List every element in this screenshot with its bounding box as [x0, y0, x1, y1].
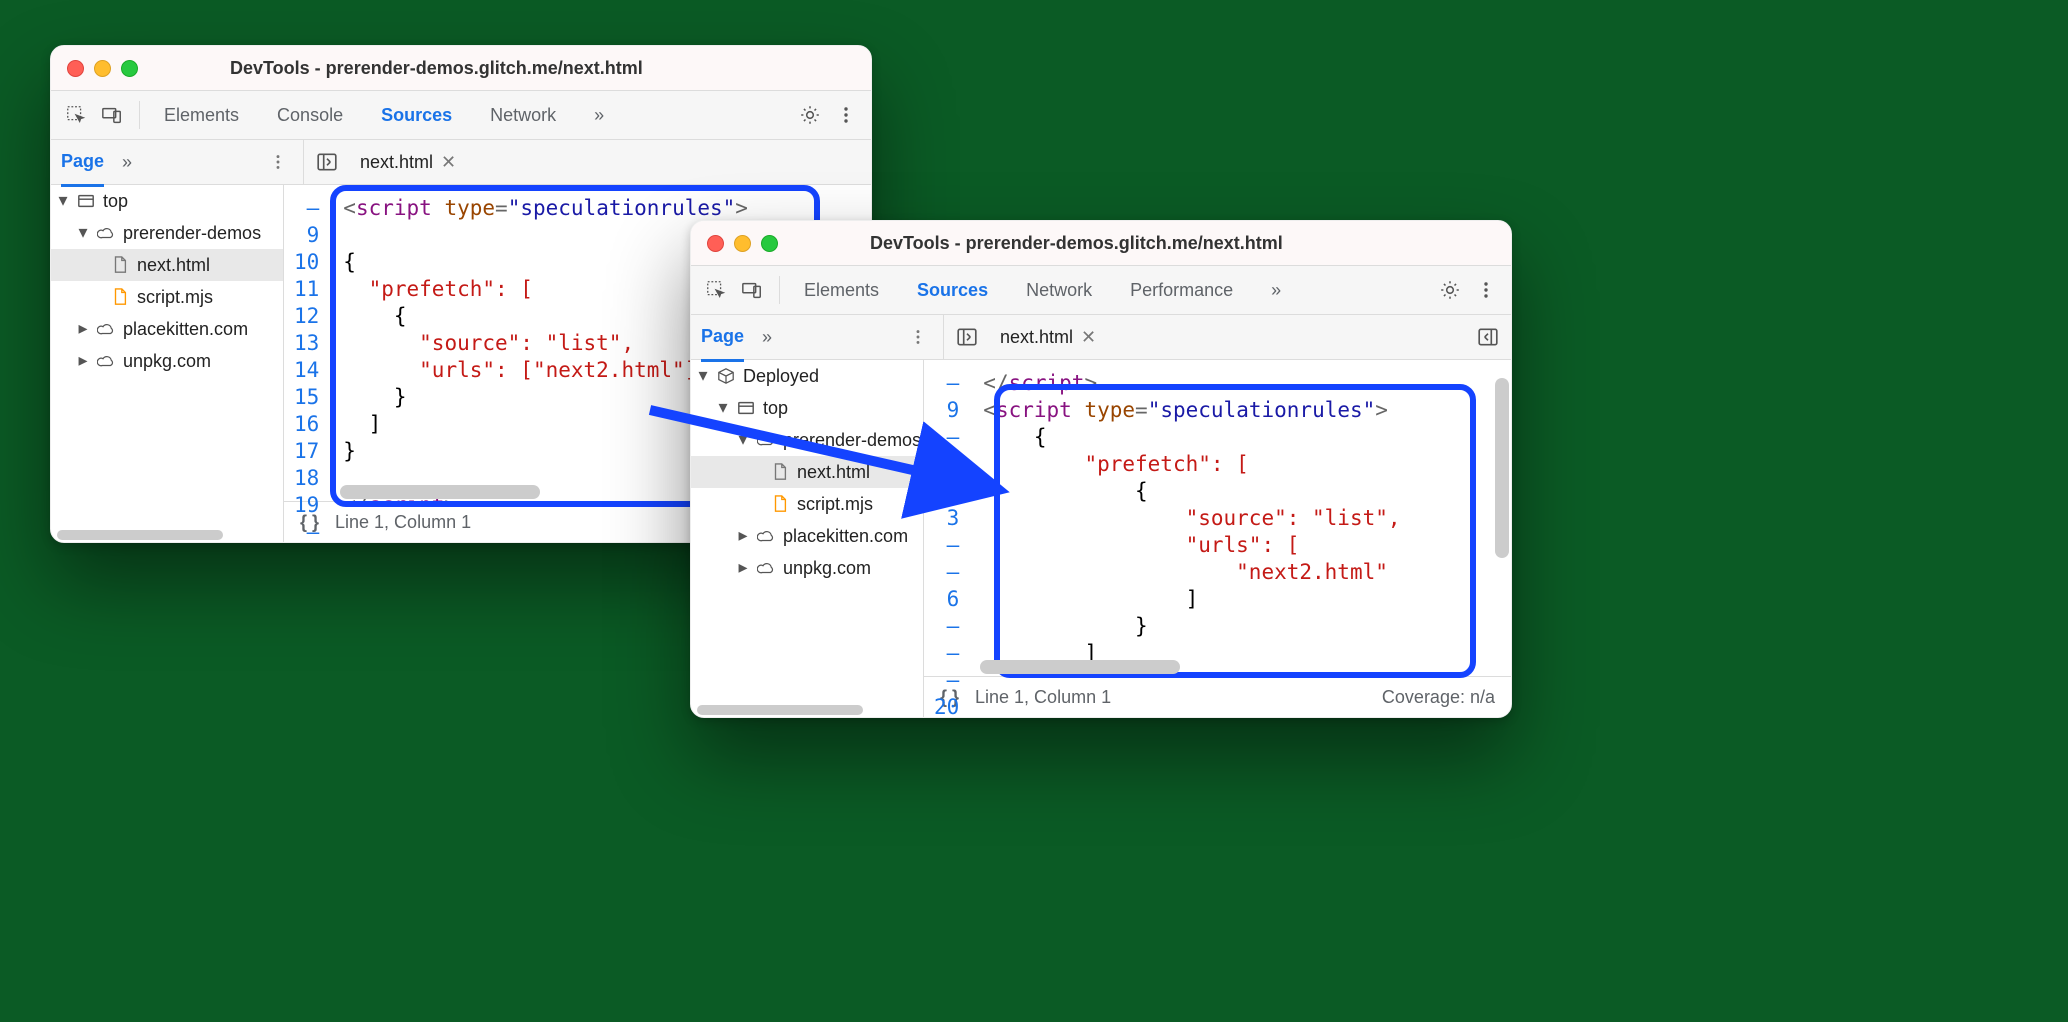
file-tree[interactable]: Deployed top prerender-demos next.html s…: [691, 360, 924, 717]
panel-tabs: Elements Sources Network Performance »: [800, 274, 1285, 307]
close-dot[interactable]: [67, 60, 84, 77]
open-file-name: next.html: [360, 152, 433, 173]
file-tree[interactable]: top prerender-demos next.html script.mjs…: [51, 185, 284, 542]
main-toolbar: Elements Console Sources Network »: [51, 91, 871, 140]
toggle-sidebar-icon[interactable]: [312, 147, 342, 177]
source-code[interactable]: </script> <script type="speculationrules…: [969, 360, 1511, 676]
close-file-icon[interactable]: ✕: [1081, 327, 1096, 348]
tab-more[interactable]: »: [1267, 274, 1285, 307]
tab-network[interactable]: Network: [1022, 274, 1096, 307]
close-file-icon[interactable]: ✕: [441, 152, 456, 173]
tree-domain-placekitten[interactable]: placekitten.com: [123, 319, 248, 340]
settings-gear-icon[interactable]: [1435, 275, 1465, 305]
code-hscrollbar[interactable]: [980, 660, 1180, 674]
code-vscrollbar[interactable]: [1495, 378, 1509, 558]
settings-gear-icon[interactable]: [795, 100, 825, 130]
window-title: DevTools - prerender-demos.glitch.me/nex…: [870, 233, 1283, 254]
tab-more[interactable]: »: [590, 99, 608, 132]
inspect-icon[interactable]: [701, 275, 731, 305]
titlebar[interactable]: DevTools - prerender-demos.glitch.me/nex…: [51, 46, 871, 91]
tree-file-script[interactable]: script.mjs: [137, 287, 213, 308]
minimize-dot[interactable]: [734, 235, 751, 252]
kebab-menu-icon[interactable]: [1471, 275, 1501, 305]
traffic-lights[interactable]: [67, 60, 138, 77]
code-footer: { } Line 1, Column 1 Coverage: n/a: [924, 676, 1511, 717]
tab-console[interactable]: Console: [273, 99, 347, 132]
tree-domain-placekitten[interactable]: placekitten.com: [783, 526, 908, 547]
subtab-more[interactable]: »: [762, 327, 772, 348]
tree-file-next[interactable]: next.html: [797, 462, 870, 483]
cursor-position: Line 1, Column 1: [975, 687, 1111, 708]
zoom-dot[interactable]: [121, 60, 138, 77]
sources-subbar: Page » next.html ✕: [691, 315, 1511, 360]
traffic-lights[interactable]: [707, 235, 778, 252]
window-title: DevTools - prerender-demos.glitch.me/nex…: [230, 58, 643, 79]
code-gutter: – 9 – 1 – 3 – – 6 – – – 20: [924, 360, 969, 676]
tab-elements[interactable]: Elements: [160, 99, 243, 132]
tab-network[interactable]: Network: [486, 99, 560, 132]
toggle-sidebar-right-icon[interactable]: [1473, 322, 1503, 352]
code-gutter: – 9 10 11 12 13 14 15 16 17 18 19 –: [284, 185, 329, 501]
tree-deployed[interactable]: Deployed: [743, 366, 819, 387]
tab-sources[interactable]: Sources: [913, 274, 992, 321]
device-toggle-icon[interactable]: [97, 100, 127, 130]
subtab-kebab-icon[interactable]: [263, 147, 293, 177]
titlebar[interactable]: DevTools - prerender-demos.glitch.me/nex…: [691, 221, 1511, 266]
tree-domain-unpkg[interactable]: unpkg.com: [783, 558, 871, 579]
coverage-label: Coverage: n/a: [1382, 687, 1495, 708]
zoom-dot[interactable]: [761, 235, 778, 252]
minimize-dot[interactable]: [94, 60, 111, 77]
panel-tabs: Elements Console Sources Network »: [160, 99, 608, 132]
cursor-position: Line 1, Column 1: [335, 512, 471, 533]
toggle-sidebar-left-icon[interactable]: [952, 322, 982, 352]
open-file-tab[interactable]: next.html ✕: [352, 148, 464, 177]
devtools-window-2: DevTools - prerender-demos.glitch.me/nex…: [690, 220, 1512, 718]
tree-domain-unpkg[interactable]: unpkg.com: [123, 351, 211, 372]
tree-top[interactable]: top: [763, 398, 788, 419]
code-hscrollbar[interactable]: [340, 485, 540, 499]
tree-file-next[interactable]: next.html: [137, 255, 210, 276]
subtab-more[interactable]: »: [122, 152, 132, 173]
open-file-name: next.html: [1000, 327, 1073, 348]
tab-sources[interactable]: Sources: [377, 99, 456, 146]
subtab-page[interactable]: Page: [701, 326, 744, 362]
inspect-icon[interactable]: [61, 100, 91, 130]
tab-elements[interactable]: Elements: [800, 274, 883, 307]
subtab-page[interactable]: Page: [61, 151, 104, 187]
tree-domain[interactable]: prerender-demos: [123, 223, 261, 244]
code-viewer: – 9 – 1 – 3 – – 6 – – – 20 </script> <sc…: [924, 360, 1511, 717]
open-file-tab[interactable]: next.html ✕: [992, 323, 1104, 352]
tree-scrollbar[interactable]: [57, 530, 223, 540]
tab-performance[interactable]: Performance: [1126, 274, 1237, 307]
subtab-kebab-icon[interactable]: [903, 322, 933, 352]
device-toggle-icon[interactable]: [737, 275, 767, 305]
tree-domain[interactable]: prerender-demos: [783, 430, 921, 451]
tree-scrollbar[interactable]: [697, 705, 863, 715]
main-toolbar: Elements Sources Network Performance »: [691, 266, 1511, 315]
close-dot[interactable]: [707, 235, 724, 252]
kebab-menu-icon[interactable]: [831, 100, 861, 130]
tree-file-script[interactable]: script.mjs: [797, 494, 873, 515]
sources-subbar: Page » next.html ✕: [51, 140, 871, 185]
tree-top[interactable]: top: [103, 191, 128, 212]
